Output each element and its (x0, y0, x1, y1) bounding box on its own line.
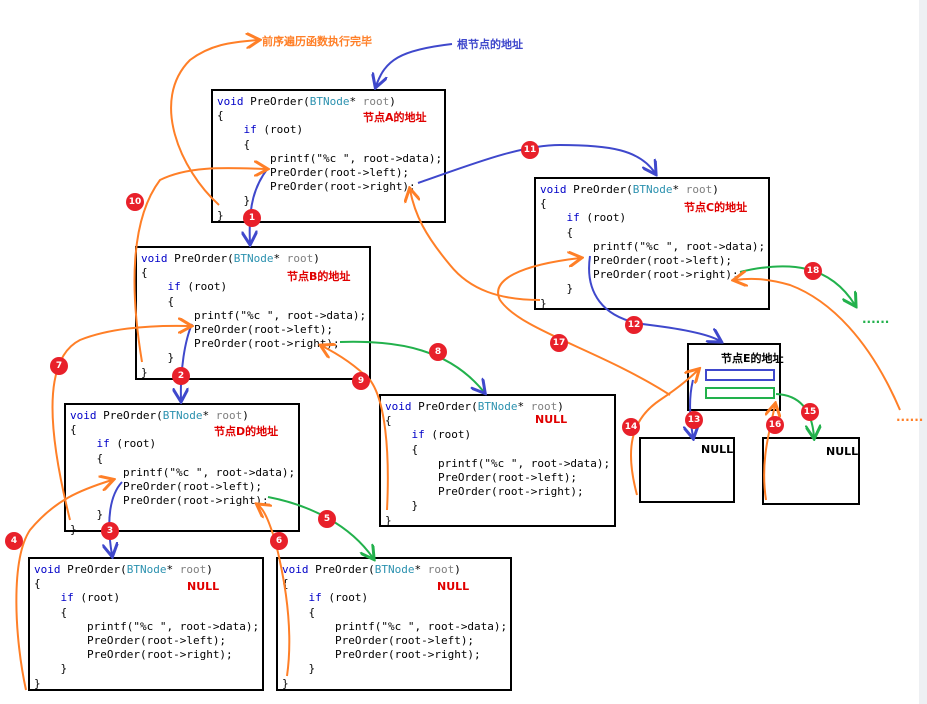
arrow-root (376, 43, 453, 86)
arrow-14 (630, 370, 698, 496)
step-badge-4: 4 (5, 532, 23, 550)
step-badge-5: 5 (318, 510, 336, 528)
step-badge-16: 16 (766, 416, 784, 434)
arrow-6 (258, 505, 291, 677)
arrow-18 (739, 265, 855, 305)
arrow-5 (267, 496, 373, 558)
step-badge-7: 7 (50, 357, 68, 375)
step-badge-2: 2 (172, 367, 190, 385)
arrow-17 (497, 258, 671, 396)
arrow-layer (15, 0, 901, 691)
step-badge-6: 6 (270, 532, 288, 550)
step-badge-8: 8 (429, 343, 447, 361)
arrow-return-c (410, 190, 541, 301)
arrow-10 (133, 168, 266, 363)
arrow-return-e (735, 279, 901, 411)
step-badge-14: 14 (622, 418, 640, 436)
step-badge-13: 13 (685, 411, 703, 429)
arrow-1 (250, 167, 269, 243)
arrow-7 (51, 326, 191, 521)
step-badge-11: 11 (521, 141, 539, 159)
arrow-return-done (170, 40, 258, 206)
step-badge-10: 10 (126, 193, 144, 211)
step-badge-1: 1 (243, 209, 261, 227)
arrow-9 (322, 346, 389, 511)
step-badge-12: 12 (625, 316, 643, 334)
step-badge-17: 17 (550, 334, 568, 352)
arrow-3 (109, 481, 123, 555)
step-badge-9: 9 (352, 372, 370, 390)
step-badge-3: 3 (101, 522, 119, 540)
arrow-2 (181, 323, 193, 400)
step-badge-18: 18 (804, 262, 822, 280)
arrow-12 (588, 255, 720, 341)
step-badge-15: 15 (801, 403, 819, 421)
arrow-4 (15, 480, 112, 691)
